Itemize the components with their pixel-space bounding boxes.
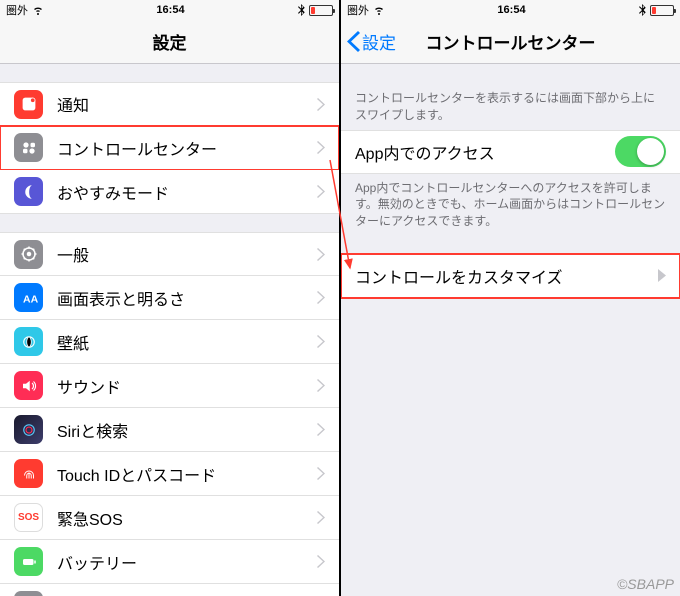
setting-row-dnd[interactable]: おやすみモード (0, 170, 339, 214)
section-note: コントロールセンターを表示するには画面下部から上にスワイプします。 (341, 84, 680, 130)
chevron-right-icon (317, 141, 325, 154)
row-label: 画面表示と明るさ (57, 286, 317, 310)
row-label: Siriと検索 (57, 418, 317, 442)
settings-screen: 圏外 16:54 設定 通知コントロールセンターおやすみモード一般 AA 画面表示と… (0, 0, 339, 596)
chevron-right-icon (317, 511, 325, 524)
row-label: 緊急SOS (57, 506, 317, 530)
battery-icon (650, 5, 674, 16)
battery-icon (14, 547, 43, 576)
setting-row-siri[interactable]: Siriと検索 (0, 408, 339, 452)
siri-icon (14, 415, 43, 444)
settings-list[interactable]: 通知コントロールセンターおやすみモード一般 AA 画面表示と明るさ壁紙サウンド Sir… (0, 82, 339, 596)
chevron-right-icon (317, 423, 325, 436)
bluetooth-icon (297, 4, 305, 16)
access-note: App内でコントロールセンターへのアクセスを許可します。無効のときでも、ホーム画… (341, 174, 680, 236)
status-bar: 圏外 16:54 (0, 0, 339, 20)
row-label: 壁紙 (57, 330, 317, 354)
setting-row-wallpaper[interactable]: 壁紙 (0, 320, 339, 364)
bluetooth-icon (638, 4, 646, 16)
row-label: おやすみモード (57, 180, 317, 204)
svg-text:AA: AA (23, 293, 38, 305)
control-center-screen: 圏外 16:54 設定 コントロールセンター コントロールセンターを表示するには… (341, 0, 680, 596)
setting-row-battery[interactable]: バッテリー (0, 540, 339, 584)
battery-icon (309, 5, 333, 16)
row-label: サウンド (57, 374, 317, 398)
nav-bar: 設定 コントロールセンター (341, 20, 680, 64)
chevron-right-icon (317, 248, 325, 261)
wifi-icon (373, 4, 385, 16)
watermark: ©SBAPP (617, 576, 674, 592)
page-title: コントロールセンター (426, 29, 596, 54)
setting-row-notif[interactable]: 通知 (0, 82, 339, 126)
dnd-icon (14, 177, 43, 206)
sos-icon: SOS (14, 503, 43, 532)
chevron-right-icon (317, 467, 325, 480)
row-label: バッテリー (57, 550, 317, 574)
chevron-left-icon (347, 31, 360, 52)
clock: 16:54 (497, 4, 525, 16)
setting-row-touchid[interactable]: Touch IDとパスコード (0, 452, 339, 496)
setting-row-privacy[interactable]: プライバシー (0, 584, 339, 596)
setting-row-general[interactable]: 一般 (0, 232, 339, 276)
setting-row-display[interactable]: AA 画面表示と明るさ (0, 276, 339, 320)
access-in-apps-row[interactable]: App内でのアクセス (341, 130, 680, 174)
nav-bar: 設定 (0, 20, 339, 64)
row-label: 通知 (57, 92, 317, 116)
row-label: コントロールセンター (57, 136, 317, 160)
setting-row-sound[interactable]: サウンド (0, 364, 339, 408)
row-label: 一般 (57, 242, 317, 266)
chevron-right-icon (317, 379, 325, 392)
setting-row-sos[interactable]: SOS 緊急SOS (0, 496, 339, 540)
row-label: Touch IDとパスコード (57, 462, 317, 486)
notif-icon (14, 90, 43, 119)
access-label: App内でのアクセス (355, 140, 615, 164)
sound-icon (14, 371, 43, 400)
privacy-icon (14, 591, 43, 596)
chevron-right-icon (317, 185, 325, 198)
customize-label: コントロールをカスタマイズ (355, 264, 658, 288)
display-icon: AA (14, 283, 43, 312)
setting-row-cc[interactable]: コントロールセンター (0, 126, 339, 170)
status-bar: 圏外 16:54 (341, 0, 680, 20)
page-title: 設定 (153, 29, 187, 54)
carrier-label: 圏外 (6, 2, 28, 18)
general-icon (14, 240, 43, 269)
chevron-right-icon (317, 291, 325, 304)
customize-controls-row[interactable]: コントロールをカスタマイズ (341, 254, 680, 298)
cc-icon (14, 133, 43, 162)
touchid-icon (14, 459, 43, 488)
wallpaper-icon (14, 327, 43, 356)
wifi-icon (32, 4, 44, 16)
carrier-label: 圏外 (347, 2, 369, 18)
chevron-right-icon (317, 335, 325, 348)
back-label: 設定 (362, 29, 396, 54)
chevron-right-icon (658, 269, 666, 282)
clock: 16:54 (156, 4, 184, 16)
chevron-right-icon (317, 98, 325, 111)
back-button[interactable]: 設定 (347, 29, 396, 54)
access-toggle[interactable] (615, 136, 666, 167)
chevron-right-icon (317, 555, 325, 568)
